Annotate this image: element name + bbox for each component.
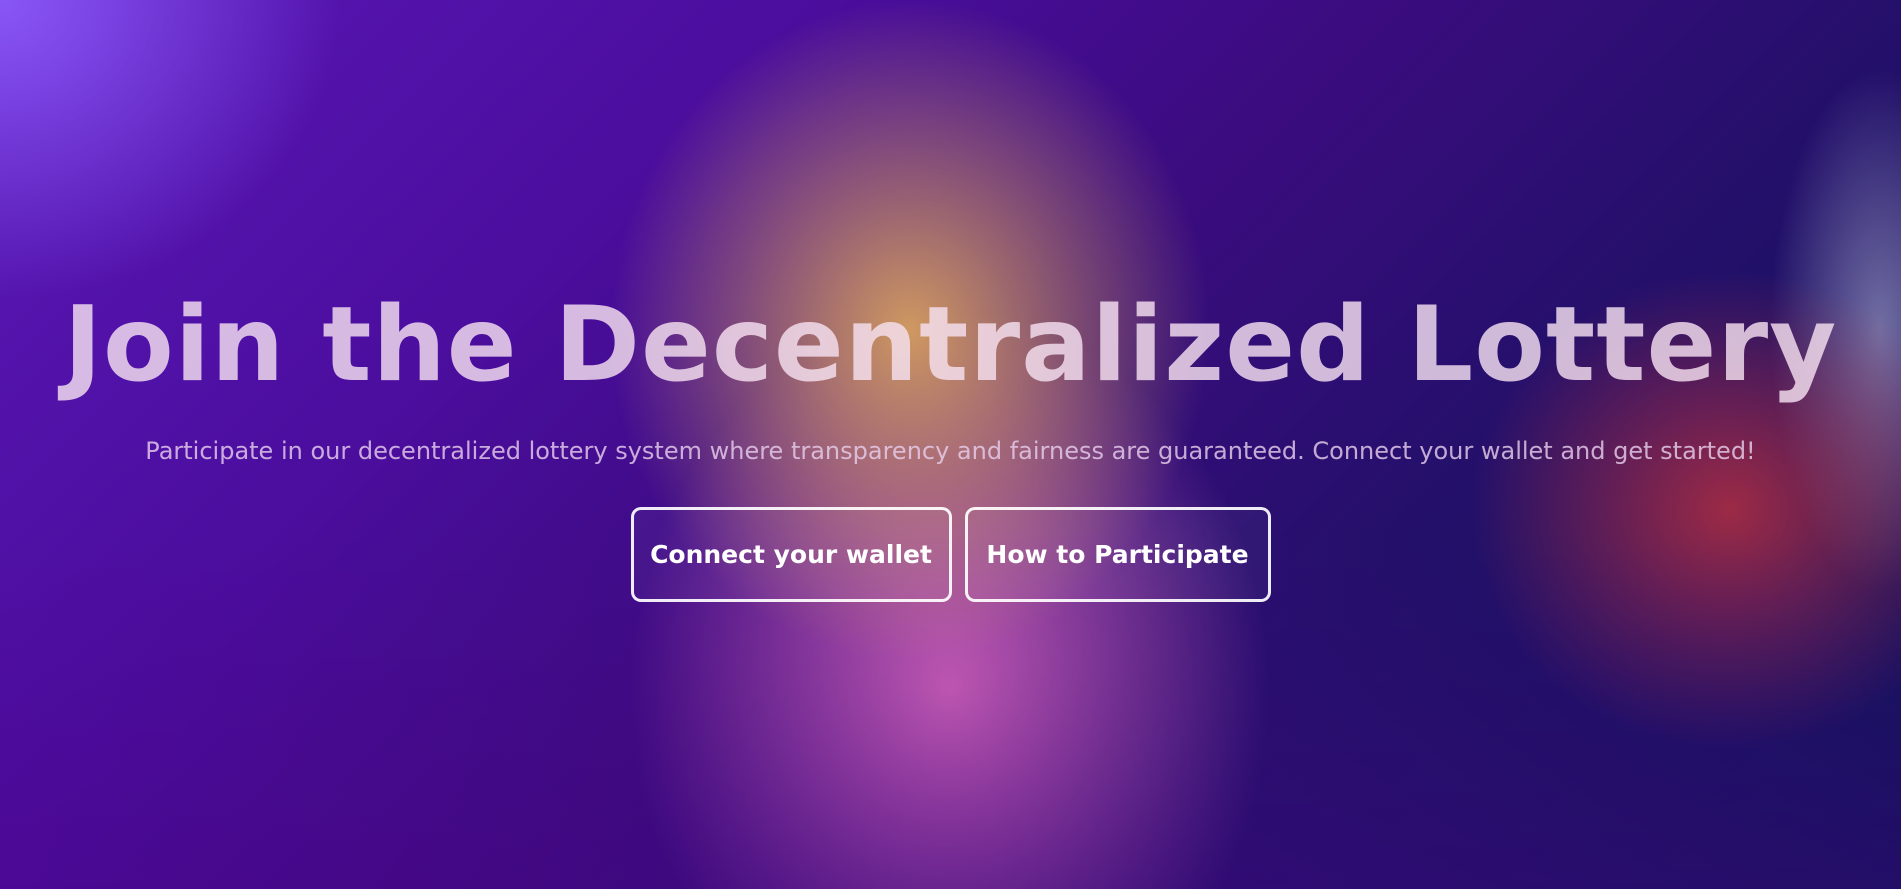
connect-wallet-button[interactable]: Connect your wallet (630, 507, 952, 602)
hero-section: Join the Decentralized Lottery Participa… (0, 0, 1901, 889)
how-to-participate-button[interactable]: How to Participate (964, 507, 1271, 602)
hero-subtitle: Participate in our decentralized lottery… (145, 437, 1756, 465)
hero-actions: Connect your wallet How to Participate (0, 507, 1901, 602)
hero-title: Join the Decentralized Lottery (63, 285, 1838, 405)
hero-content: Join the Decentralized Lottery Participa… (0, 0, 1901, 889)
